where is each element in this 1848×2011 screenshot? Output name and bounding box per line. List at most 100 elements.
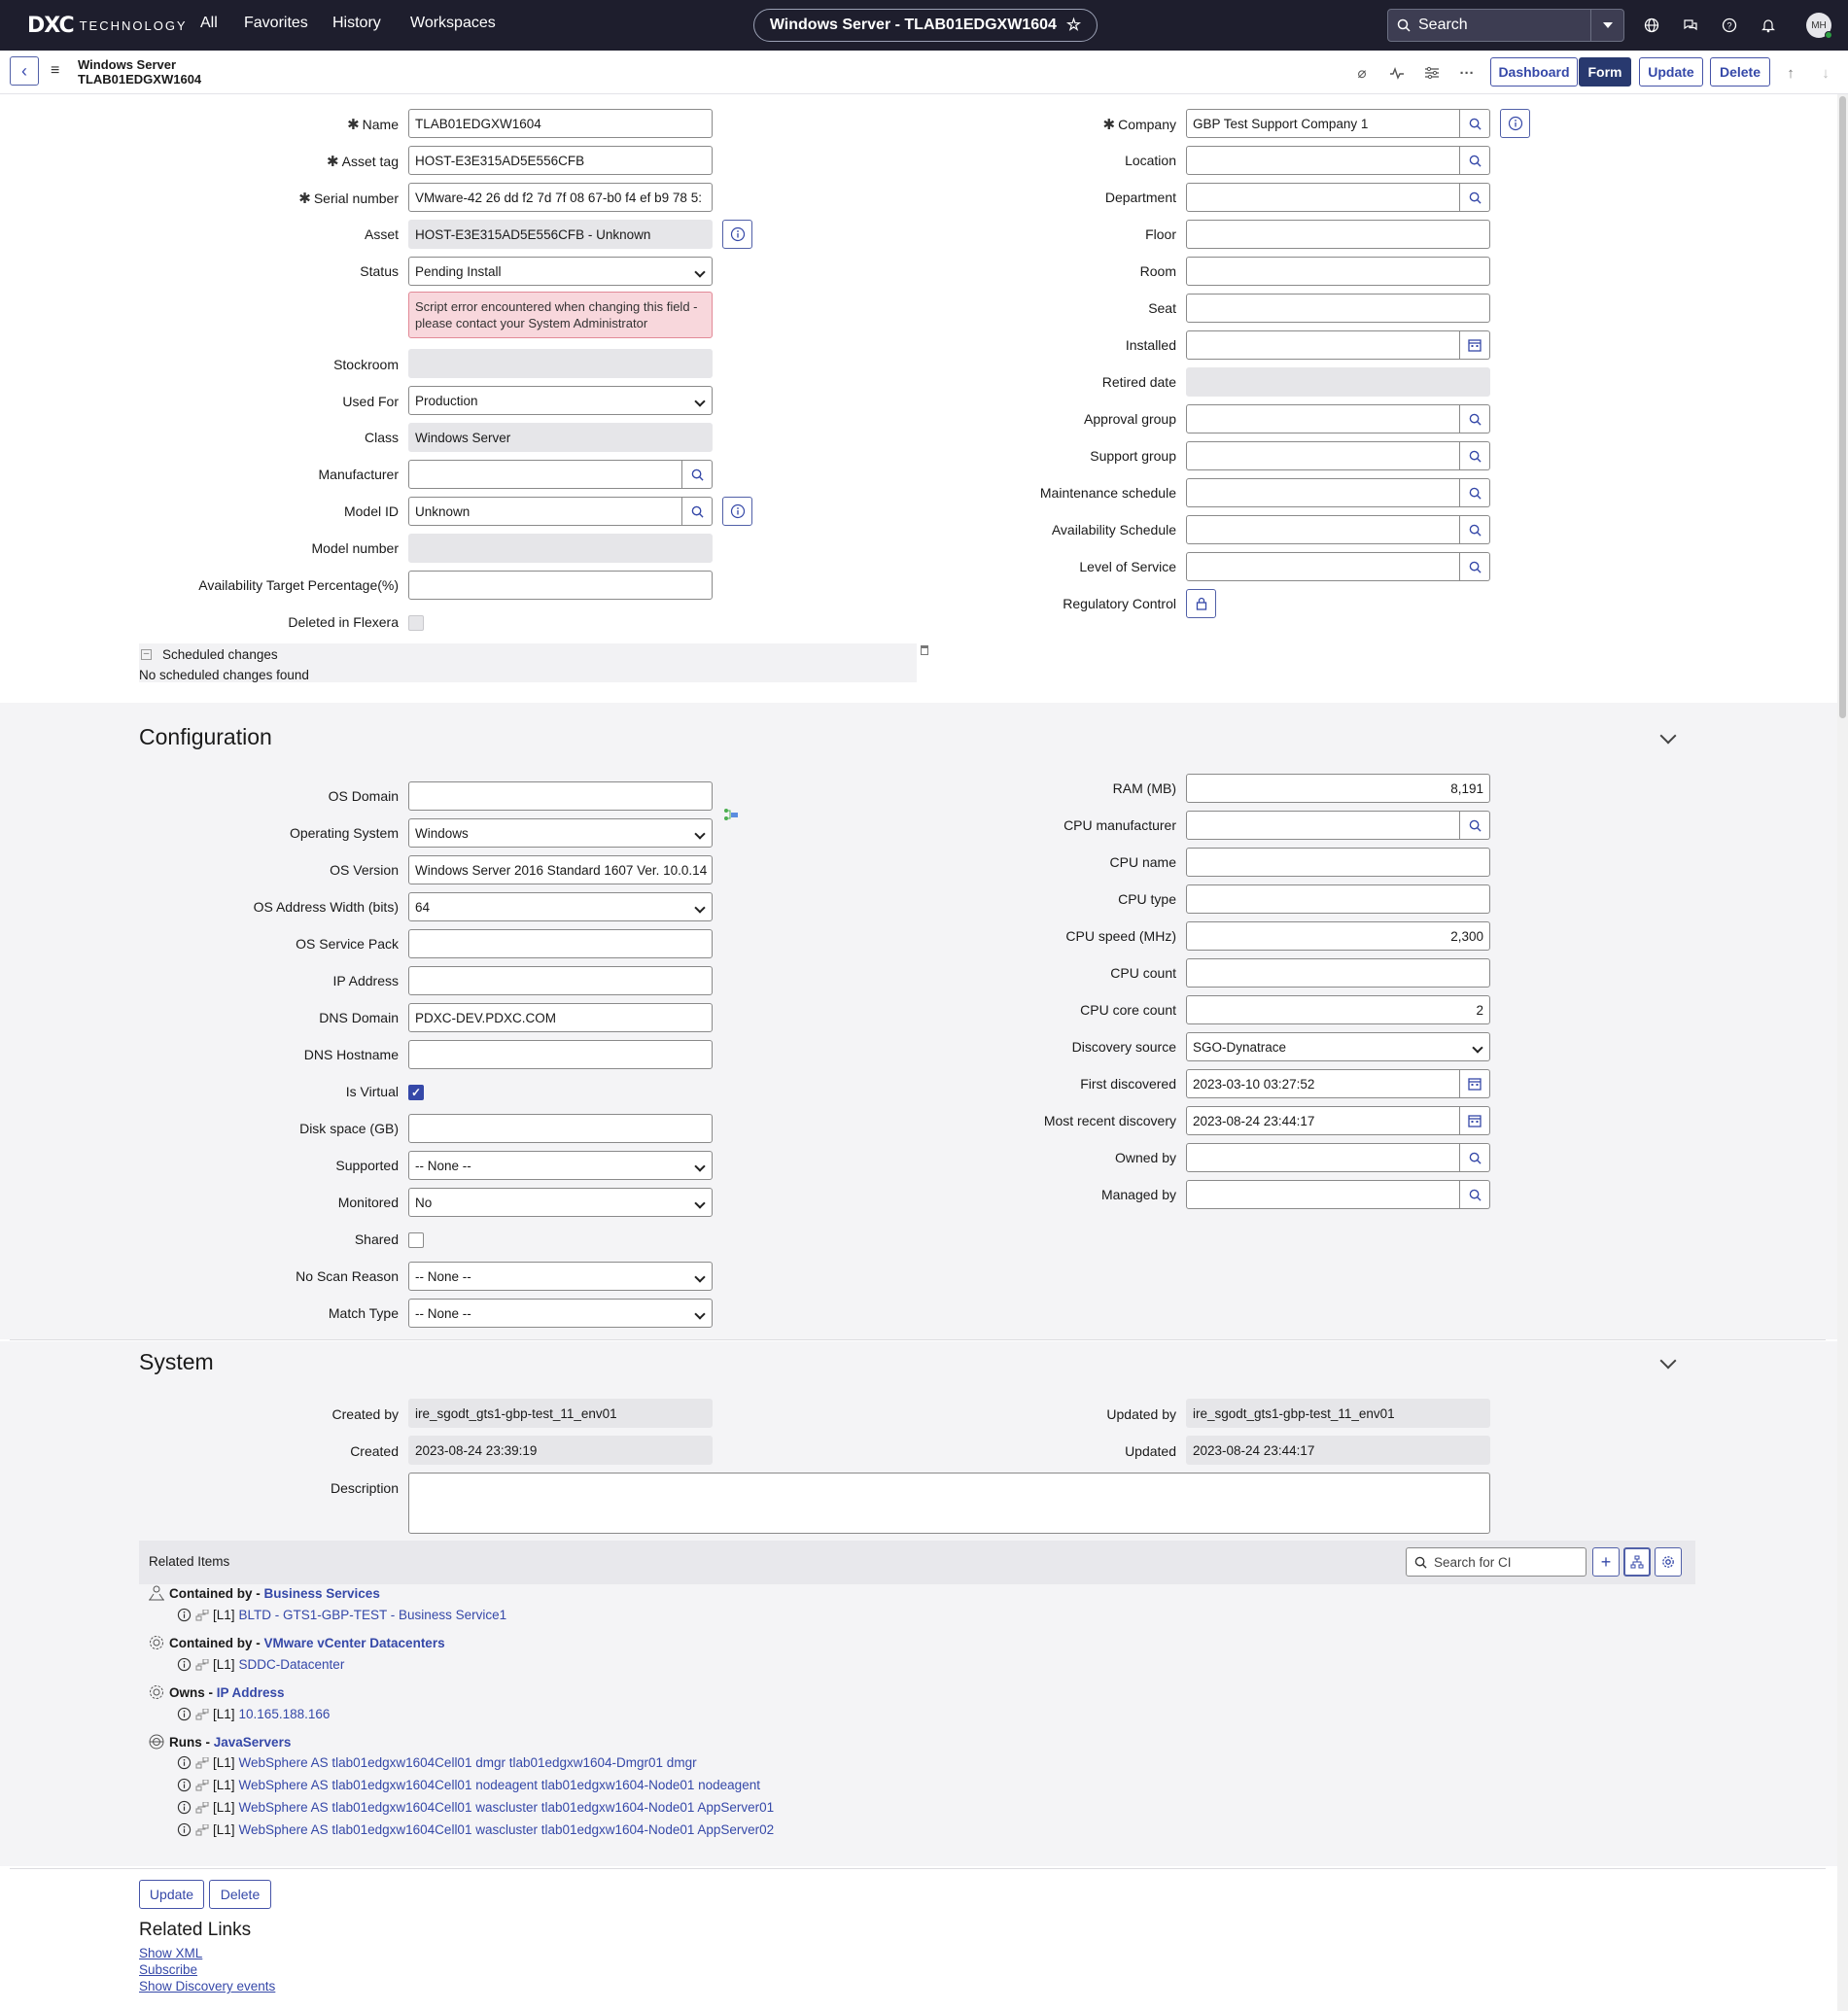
availability-target-field[interactable]: [408, 571, 713, 600]
collapse-icon[interactable]: –: [141, 649, 152, 660]
match-type-select[interactable]: -- None --: [408, 1299, 713, 1328]
os-service-pack-field[interactable]: [408, 929, 713, 958]
footer-update-button[interactable]: Update: [139, 1880, 204, 1909]
first-discovered-calendar-button[interactable]: [1460, 1069, 1490, 1098]
related-ci-link[interactable]: WebSphere AS tlab01edgxw1604Cell01 dmgr …: [239, 1755, 697, 1770]
ci-class-link[interactable]: JavaServers: [214, 1735, 292, 1750]
paperclip-icon[interactable]: ⌀: [1352, 63, 1372, 83]
info-icon[interactable]: [177, 1657, 192, 1672]
related-settings-button[interactable]: [1655, 1547, 1682, 1577]
globe-icon[interactable]: [1641, 15, 1662, 36]
nav-history[interactable]: History: [332, 15, 381, 32]
support-group-field[interactable]: [1186, 441, 1460, 470]
shared-checkbox[interactable]: [408, 1232, 424, 1248]
is-virtual-checkbox[interactable]: ✓: [408, 1085, 424, 1100]
no-scan-reason-select[interactable]: -- None --: [408, 1262, 713, 1291]
dashboard-button[interactable]: Dashboard: [1490, 57, 1578, 87]
cpu-core-count-field[interactable]: 2: [1186, 995, 1490, 1024]
manufacturer-field[interactable]: [408, 460, 682, 489]
activity-icon[interactable]: [1387, 63, 1407, 83]
os-version-field[interactable]: Windows Server 2016 Standard 1607 Ver. 1…: [408, 855, 713, 884]
subscribe-link[interactable]: Subscribe: [139, 1962, 197, 1977]
discovery-source-select[interactable]: SGO-Dynatrace: [1186, 1032, 1490, 1061]
settings-sliders-icon[interactable]: [1422, 63, 1442, 83]
department-lookup-button[interactable]: [1460, 183, 1490, 212]
info-icon[interactable]: [177, 1608, 192, 1622]
info-icon[interactable]: [177, 1755, 192, 1770]
level-of-service-lookup-button[interactable]: [1460, 552, 1490, 581]
info-icon[interactable]: [177, 1800, 192, 1815]
maintenance-schedule-field[interactable]: [1186, 478, 1460, 507]
monitored-select[interactable]: No: [408, 1188, 713, 1217]
star-icon[interactable]: ☆: [1066, 16, 1081, 35]
bell-icon[interactable]: [1758, 15, 1779, 36]
serial-number-field[interactable]: VMware-42 26 dd f2 7d 7f 08 67-b0 f4 ef …: [408, 183, 713, 212]
ip-address-field[interactable]: [408, 966, 713, 995]
info-icon[interactable]: [177, 1778, 192, 1792]
form-button[interactable]: Form: [1579, 57, 1631, 87]
user-avatar[interactable]: MH: [1806, 13, 1832, 39]
level-of-service-field[interactable]: [1186, 552, 1460, 581]
most-recent-discovery-calendar-button[interactable]: [1460, 1106, 1490, 1135]
global-search[interactable]: Search: [1387, 9, 1624, 42]
show-xml-link[interactable]: Show XML: [139, 1946, 202, 1960]
cpu-manufacturer-lookup-button[interactable]: [1460, 811, 1490, 840]
approval-group-lookup-button[interactable]: [1460, 404, 1490, 433]
nav-workspaces[interactable]: Workspaces: [410, 15, 496, 32]
page-scrollbar[interactable]: [1837, 94, 1848, 2011]
maintenance-schedule-lookup-button[interactable]: [1460, 478, 1490, 507]
cpu-manufacturer-field[interactable]: [1186, 811, 1460, 840]
ci-search-input[interactable]: Search for CI: [1406, 1547, 1586, 1577]
installed-calendar-button[interactable]: [1460, 330, 1490, 360]
related-ci-link[interactable]: 10.165.188.166: [239, 1707, 331, 1721]
ram-mb-field[interactable]: 8,191: [1186, 774, 1490, 803]
company-info-button[interactable]: [1500, 109, 1530, 138]
search-scope-dropdown[interactable]: [1590, 10, 1623, 41]
company-lookup-button[interactable]: [1460, 109, 1490, 138]
location-lookup-button[interactable]: [1460, 146, 1490, 175]
ci-class-link[interactable]: VMware vCenter Datacenters: [264, 1636, 445, 1650]
owned-by-field[interactable]: [1186, 1143, 1460, 1172]
update-button[interactable]: Update: [1639, 57, 1703, 87]
name-field[interactable]: TLAB01EDGXW1604: [408, 109, 713, 138]
arrow-down-icon[interactable]: ↓: [1816, 63, 1835, 83]
cpu-speed-mhz-field[interactable]: 2,300: [1186, 921, 1490, 951]
dependency-map-button[interactable]: [1623, 1547, 1651, 1577]
related-ci-link[interactable]: WebSphere AS tlab01edgxw1604Cell01 wascl…: [239, 1800, 775, 1815]
related-ci-link[interactable]: WebSphere AS tlab01edgxw1604Cell01 nodea…: [239, 1778, 760, 1792]
most-recent-discovery-field[interactable]: 2023-08-24 23:44:17: [1186, 1106, 1460, 1135]
managed-by-lookup-button[interactable]: [1460, 1180, 1490, 1209]
model-id-lookup-button[interactable]: [682, 497, 713, 526]
managed-by-field[interactable]: [1186, 1180, 1460, 1209]
model-id-info-button[interactable]: [722, 497, 752, 526]
seat-field[interactable]: [1186, 294, 1490, 323]
disk-space-gb-field[interactable]: [408, 1114, 713, 1143]
status-select[interactable]: Pending Install: [408, 257, 713, 286]
room-field[interactable]: [1186, 257, 1490, 286]
help-icon[interactable]: ?: [1719, 15, 1740, 36]
company-field[interactable]: GBP Test Support Company 1: [1186, 109, 1460, 138]
ci-class-link[interactable]: Business Services: [264, 1586, 380, 1601]
chat-icon[interactable]: [1680, 15, 1701, 36]
operating-system-select[interactable]: Windows: [408, 818, 713, 848]
model-id-field[interactable]: Unknown: [408, 497, 682, 526]
dns-domain-field[interactable]: PDXC-DEV.PDXC.COM: [408, 1003, 713, 1032]
info-icon[interactable]: [177, 1707, 192, 1721]
floor-field[interactable]: [1186, 220, 1490, 249]
record-title-pill[interactable]: Windows Server - TLAB01EDGXW1604 ☆: [753, 9, 1098, 42]
info-icon[interactable]: [177, 1822, 192, 1837]
location-field[interactable]: [1186, 146, 1460, 175]
more-options-icon[interactable]: ···: [1457, 63, 1477, 83]
delete-button[interactable]: Delete: [1710, 57, 1770, 87]
installed-field[interactable]: [1186, 330, 1460, 360]
nav-favorites[interactable]: Favorites: [244, 15, 308, 32]
availability-schedule-field[interactable]: [1186, 515, 1460, 544]
add-relationship-button[interactable]: +: [1592, 1547, 1620, 1577]
department-field[interactable]: [1186, 183, 1460, 212]
approval-group-field[interactable]: [1186, 404, 1460, 433]
first-discovered-field[interactable]: 2023-03-10 03:27:52: [1186, 1069, 1460, 1098]
os-domain-field[interactable]: [408, 781, 713, 811]
window-icon[interactable]: [921, 645, 928, 655]
description-textarea[interactable]: [408, 1473, 1490, 1534]
os-reference-icon[interactable]: [723, 807, 739, 827]
